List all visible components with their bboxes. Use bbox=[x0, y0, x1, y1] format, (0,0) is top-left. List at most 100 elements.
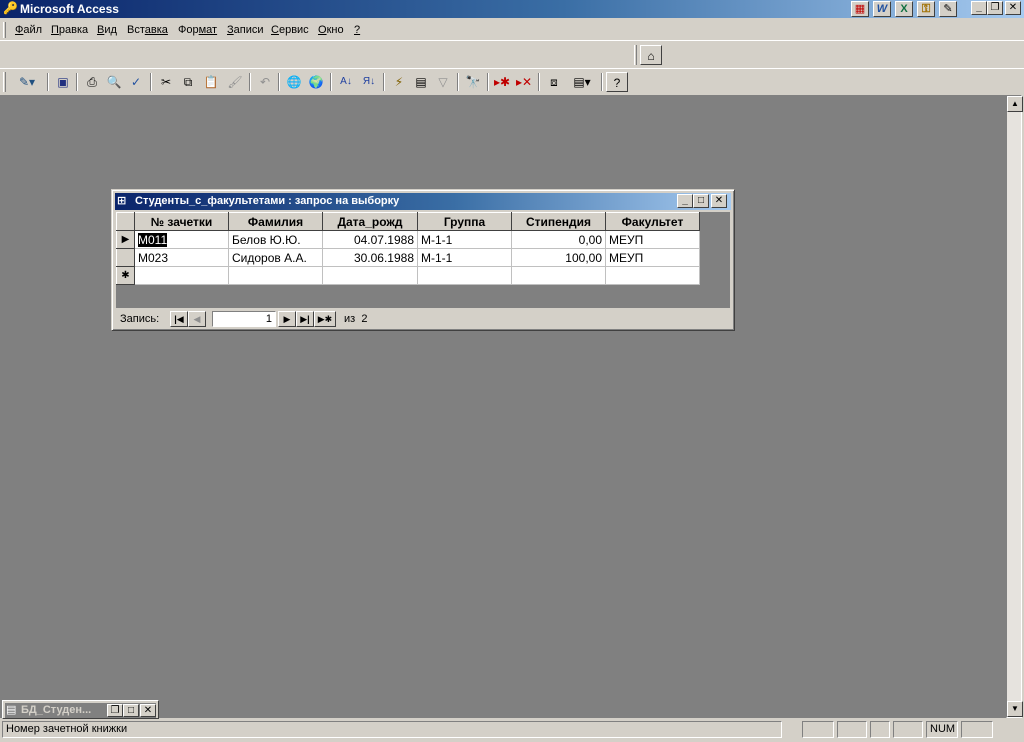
query-icon: ⊞ bbox=[117, 195, 127, 207]
undo-icon[interactable]: ↶ bbox=[254, 72, 276, 92]
menubar-grip[interactable] bbox=[3, 22, 6, 38]
scroll-down-icon[interactable]: ▼ bbox=[1007, 701, 1023, 717]
new-record-icon[interactable]: ✱ bbox=[116, 266, 135, 285]
cell[interactable]: М023 bbox=[134, 248, 229, 267]
access-key-icon: 🔑 bbox=[3, 1, 18, 15]
filter-by-form-icon[interactable]: ▤ bbox=[410, 72, 432, 92]
cell[interactable]: МЕУП bbox=[605, 230, 700, 249]
child-minimize-button[interactable]: _ bbox=[677, 194, 693, 208]
select-all-corner[interactable] bbox=[116, 212, 135, 231]
apply-filter-icon[interactable]: ▽ bbox=[432, 72, 454, 92]
menu-help[interactable]: ? bbox=[354, 24, 360, 36]
word-icon[interactable]: W bbox=[873, 1, 891, 17]
cell[interactable] bbox=[322, 266, 418, 285]
menu-edit[interactable]: Правка bbox=[51, 24, 88, 36]
copy-icon[interactable]: ⧉ bbox=[177, 72, 199, 92]
title-bar: 🔑 Microsoft Access ▦ W X ⚿ ✎ _ ❐ ✕ bbox=[0, 0, 1024, 18]
cut-icon[interactable]: ✂ bbox=[155, 72, 177, 92]
new-object-icon[interactable]: ▤▾ bbox=[566, 72, 598, 92]
column-header[interactable]: Фамилия bbox=[228, 212, 323, 231]
num-lock-indicator: NUM bbox=[926, 721, 958, 738]
assistant-icon[interactable]: ✎ bbox=[939, 1, 957, 17]
database-window-icon[interactable]: ⧈ bbox=[543, 72, 565, 92]
help-icon[interactable]: ? bbox=[606, 72, 628, 92]
new-record-icon[interactable]: ▸✱ bbox=[491, 72, 513, 92]
record-navigation-bar: Запись: |◀ ◀ 1 ▶ ▶| ▶✱ из 2 bbox=[116, 310, 730, 328]
cell[interactable]: МЕУП bbox=[605, 248, 700, 267]
column-header[interactable]: Стипендия bbox=[511, 212, 606, 231]
cell[interactable]: М-1-1 bbox=[417, 248, 512, 267]
web-toolbar: ⌂ bbox=[631, 42, 667, 68]
excel-icon[interactable]: X bbox=[895, 1, 913, 17]
scroll-up-icon[interactable]: ▲ bbox=[1007, 96, 1023, 112]
cell[interactable]: 0,00 bbox=[511, 230, 606, 249]
print-icon[interactable]: ⎙ bbox=[81, 72, 103, 92]
cell[interactable]: 30.06.1988 bbox=[322, 248, 418, 267]
previous-record-icon[interactable]: ◀ bbox=[188, 311, 206, 327]
status-pane-empty bbox=[961, 721, 993, 738]
new-record-row: ✱ bbox=[116, 266, 700, 285]
view-design-icon[interactable]: ✎▾ bbox=[10, 72, 44, 92]
cell[interactable] bbox=[511, 266, 606, 285]
cell[interactable]: 100,00 bbox=[511, 248, 606, 267]
menu-window[interactable]: Окно bbox=[318, 24, 344, 36]
cell[interactable]: 04.07.1988 bbox=[322, 230, 418, 249]
new-record-nav-icon[interactable]: ▶✱ bbox=[314, 311, 336, 327]
minimize-button[interactable]: _ bbox=[971, 1, 987, 15]
cell[interactable]: Сидоров А.А. bbox=[228, 248, 323, 267]
record-selector-current-icon[interactable]: ▶ bbox=[116, 230, 135, 249]
record-count: из 2 bbox=[344, 313, 368, 325]
cell[interactable]: Белов Ю.Ю. bbox=[228, 230, 323, 249]
minimized-database-window[interactable]: ▤ БД_Студен... ❐ □ ✕ bbox=[2, 700, 159, 719]
mini-close-button[interactable]: ✕ bbox=[140, 704, 156, 717]
menu-format[interactable]: Формат bbox=[178, 24, 217, 36]
web-toolbar-icon[interactable]: ⌂ bbox=[640, 45, 662, 65]
child-close-button[interactable]: ✕ bbox=[711, 194, 727, 208]
last-record-icon[interactable]: ▶| bbox=[296, 311, 314, 327]
current-record-input[interactable]: 1 bbox=[212, 311, 276, 327]
find-icon[interactable]: 🔭 bbox=[462, 72, 484, 92]
cell[interactable] bbox=[134, 266, 229, 285]
save-icon[interactable]: ▣ bbox=[52, 72, 74, 92]
mini-maximize-button[interactable]: □ bbox=[123, 704, 139, 717]
close-button[interactable]: ✕ bbox=[1005, 1, 1021, 15]
column-header[interactable]: Группа bbox=[417, 212, 512, 231]
record-selector[interactable] bbox=[116, 248, 135, 267]
column-header[interactable]: № зачетки bbox=[134, 212, 229, 231]
web-icon[interactable]: 🌍 bbox=[305, 72, 327, 92]
column-header[interactable]: Факультет bbox=[605, 212, 700, 231]
cell[interactable] bbox=[417, 266, 512, 285]
toolbar-grip[interactable] bbox=[634, 45, 637, 65]
vertical-scrollbar[interactable]: ▲ ▼ bbox=[1006, 95, 1023, 718]
insert-hyperlink-icon[interactable]: 🌐 bbox=[283, 72, 305, 92]
menu-tools[interactable]: Сервис bbox=[271, 24, 309, 36]
column-header[interactable]: Дата_рожд bbox=[322, 212, 418, 231]
menu-view[interactable]: Вид bbox=[97, 24, 117, 36]
mini-restore-button[interactable]: ❐ bbox=[107, 704, 123, 717]
delete-record-icon[interactable]: ▸✕ bbox=[513, 72, 535, 92]
cell[interactable] bbox=[228, 266, 323, 285]
child-title-bar[interactable]: ⊞ Студенты_с_факультетами : запрос на вы… bbox=[115, 193, 731, 210]
cell[interactable] bbox=[605, 266, 700, 285]
menu-file[interactable]: Файл bbox=[15, 24, 42, 36]
paste-icon[interactable]: 📋 bbox=[200, 72, 222, 92]
toolbar-grip[interactable] bbox=[3, 72, 6, 92]
sort-ascending-icon[interactable]: A↓ bbox=[335, 72, 357, 92]
child-maximize-button[interactable]: □ bbox=[693, 194, 709, 208]
menu-insert[interactable]: Вставка bbox=[127, 24, 168, 36]
office-shortcut-icon[interactable]: ▦ bbox=[851, 1, 869, 17]
next-record-icon[interactable]: ▶ bbox=[278, 311, 296, 327]
spelling-icon[interactable]: ✓ bbox=[125, 72, 147, 92]
format-painter-icon[interactable]: 🖌 bbox=[224, 72, 246, 92]
menu-records[interactable]: Записи bbox=[227, 24, 264, 36]
restore-button[interactable]: ❐ bbox=[987, 1, 1003, 15]
cell-value-selected[interactable]: М011 bbox=[138, 232, 168, 247]
cell[interactable]: М011 bbox=[134, 230, 229, 249]
print-preview-icon[interactable]: 🔍 bbox=[103, 72, 125, 92]
minimized-title-bar[interactable]: ▤ БД_Студен... ❐ □ ✕ bbox=[5, 703, 156, 718]
first-record-icon[interactable]: |◀ bbox=[170, 311, 188, 327]
filter-by-selection-icon[interactable]: ⚡ bbox=[388, 72, 410, 92]
cell[interactable]: М-1-1 bbox=[417, 230, 512, 249]
sort-descending-icon[interactable]: Я↓ bbox=[358, 72, 380, 92]
access-key-icon[interactable]: ⚿ bbox=[917, 1, 935, 17]
